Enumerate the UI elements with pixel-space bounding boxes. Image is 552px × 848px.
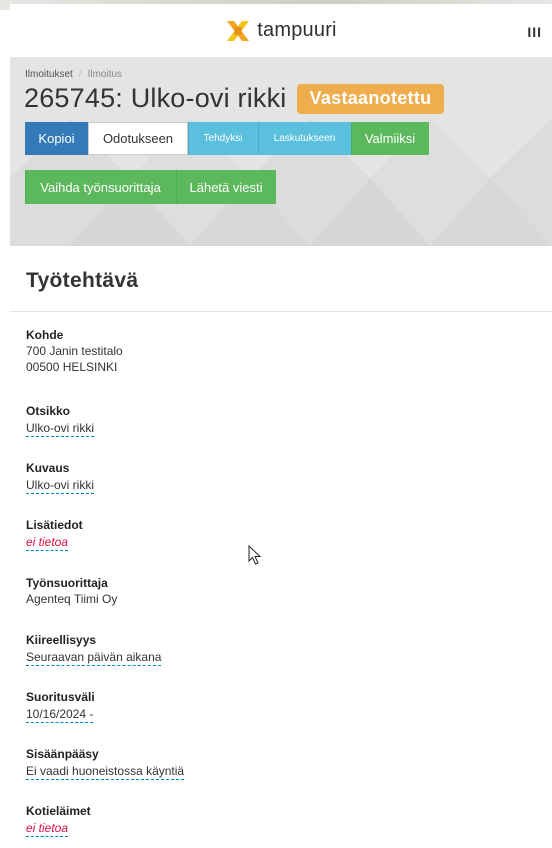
field-label: Kuvaus (26, 461, 70, 475)
field-suoritusvali: Suoritusväli 10/16/2024 - (26, 689, 95, 723)
breadcrumb-item-ilmoitukset[interactable]: Ilmoitukset (25, 69, 73, 80)
page-hero: Ilmoitukset / Ilmoitus 265745: Ulko-ovi ri… (10, 58, 552, 246)
field-kohde: Kohde 700 Janin testitalo 00500 HELSINKI (26, 327, 123, 375)
app-header: tampuuri III (10, 4, 552, 58)
status-action-buttons: Kopioi Odotukseen Tehdyksi Laskutukseen … (25, 122, 429, 155)
breadcrumb: Ilmoitukset / Ilmoitus (25, 69, 122, 80)
laskutukseen-button[interactable]: Laskutukseen (258, 122, 351, 155)
secondary-action-buttons: Vaihda työnsuorittaja Lähetä viesti (25, 170, 276, 204)
tampuuri-logo[interactable]: tampuuri (225, 19, 337, 42)
editable-value[interactable]: Ulko-ovi rikki (26, 478, 95, 494)
editable-value[interactable]: Seuraavan päivän aikana (26, 650, 162, 666)
status-badge: Vastaanotettu (296, 83, 445, 114)
field-label: Suoritusväli (26, 690, 95, 704)
field-sisaanpaasy: Sisäänpääsy Ei vaadi huoneistossa käynti… (26, 746, 185, 780)
editable-value[interactable]: ei tietoa (26, 821, 69, 837)
field-otsikko: Otsikko Ulko-ovi rikki (26, 403, 95, 437)
field-value: 700 Janin testitalo (26, 344, 123, 358)
logo-text: tampuuri (257, 19, 337, 41)
breadcrumb-item-current: Ilmoitus (87, 69, 123, 80)
logo-x-icon (227, 20, 250, 41)
vaihda-tyonsuorittaja-button[interactable]: Vaihda työnsuorittaja (25, 170, 176, 204)
editable-value[interactable]: ei tietoa (26, 535, 69, 551)
field-kiireellisyys: Kiireellisyys Seuraavan päivän aikana (26, 632, 162, 666)
kopioi-button[interactable]: Kopioi (25, 122, 88, 155)
field-label: Kotieläimet (26, 804, 91, 818)
title-row: 265745: Ulko-ovi rikki Vastaanotettu (24, 83, 445, 114)
page-title: 265745: Ulko-ovi rikki (24, 83, 287, 113)
field-tyonsuorittaja: Työnsuorittaja Agenteq Tiimi Oy (26, 575, 117, 607)
section-header: Työtehtävä (10, 246, 552, 312)
field-label: Kiireellisyys (26, 633, 97, 647)
laheta-viesti-button[interactable]: Lähetä viesti (176, 170, 276, 204)
breadcrumb-separator: / (78, 69, 82, 80)
field-label: Otsikko (26, 404, 71, 418)
editable-value[interactable]: Ulko-ovi rikki (26, 421, 95, 437)
field-label: Työnsuorittaja (26, 576, 108, 590)
field-value: 00500 HELSINKI (26, 360, 118, 374)
mouse-pointer-icon (248, 545, 262, 565)
section-title: Työtehtävä (26, 269, 139, 292)
editable-value[interactable]: Ei vaadi huoneistossa käyntiä (26, 764, 185, 780)
field-label: Lisätiedot (26, 518, 83, 532)
menu-icon[interactable]: III (527, 24, 542, 40)
field-lisatiedot: Lisätiedot ei tietoa (26, 517, 83, 551)
field-label: Kohde (26, 328, 64, 342)
editable-value[interactable]: 10/16/2024 - (26, 707, 94, 723)
field-kuvaus: Kuvaus Ulko-ovi rikki (26, 460, 95, 494)
odotukseen-button[interactable]: Odotukseen (88, 122, 188, 155)
field-label: Sisäänpääsy (26, 747, 99, 761)
valmiiksi-button[interactable]: Valmiiksi (351, 122, 429, 155)
field-value: Agenteq Tiimi Oy (26, 592, 118, 606)
field-kotielaimet: Kotieläimet ei tietoa (26, 803, 91, 837)
tehdyksi-button[interactable]: Tehdyksi (188, 122, 258, 155)
